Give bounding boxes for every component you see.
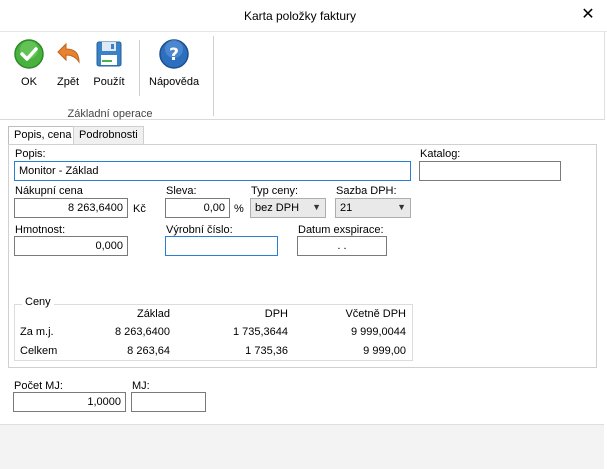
hmotnost-input[interactable]: 0,000	[14, 236, 128, 256]
status-bar	[0, 424, 604, 469]
currency-label: Kč	[133, 203, 146, 215]
apply-button[interactable]: Použít	[93, 38, 125, 88]
ok-button[interactable]: OK	[13, 38, 45, 88]
katalog-label: Katalog:	[420, 148, 461, 160]
col-header-vcetne-dph: Včetně DPH	[345, 308, 406, 320]
svg-text:?: ?	[169, 45, 179, 65]
cell-dph: 1 735,3644	[232, 326, 288, 338]
col-header-dph: DPH	[264, 308, 288, 320]
chevron-down-icon: ▼	[397, 202, 406, 212]
col-header-zaklad: Základ	[136, 308, 170, 320]
sleva-input[interactable]: 0,00	[165, 198, 230, 218]
tab-podrobnosti[interactable]: Podrobnosti	[73, 126, 144, 144]
sleva-label: Sleva:	[166, 185, 197, 197]
cell-zaklad: 8 263,6400	[114, 326, 170, 338]
close-icon[interactable]: ✕	[579, 6, 597, 24]
ribbon-group-separator	[213, 36, 214, 116]
apply-button-label: Použít	[93, 76, 125, 88]
chevron-down-icon: ▼	[312, 202, 321, 212]
title-bar: Karta položky faktury ✕	[0, 0, 607, 32]
percent-label: %	[234, 203, 244, 215]
typ-ceny-value: bez DPH	[255, 202, 300, 214]
prices-title: Ceny	[22, 296, 54, 308]
undo-arrow-icon	[57, 42, 80, 64]
cell-vcetne-dph: 9 999,0044	[350, 326, 406, 338]
row-label-celkem: Celkem	[20, 345, 58, 357]
ok-button-label: OK	[21, 76, 37, 88]
nakupni-cena-input[interactable]: 8 263,6400	[14, 198, 128, 218]
hmotnost-label: Hmotnost:	[15, 224, 66, 236]
mj-label: MJ:	[132, 380, 150, 392]
ribbon: OK Zpět Použít ? Nápověda Základní opera…	[0, 32, 604, 120]
save-icon	[96, 41, 122, 67]
ribbon-separator	[139, 40, 140, 96]
back-button[interactable]: Zpět	[52, 38, 84, 88]
cell-dph: 1 735,36	[245, 345, 288, 357]
back-button-label: Zpět	[56, 76, 79, 88]
cell-zaklad: 8 263,64	[127, 345, 170, 357]
window-title: Karta položky faktury	[243, 9, 357, 23]
mj-input[interactable]	[131, 392, 206, 412]
help-icon: ?	[159, 39, 189, 69]
typ-ceny-label: Typ ceny:	[251, 185, 299, 197]
check-icon	[14, 39, 44, 69]
ribbon-edge	[604, 32, 605, 120]
popis-label: Popis:	[15, 148, 46, 160]
ribbon-group-label: Základní operace	[67, 108, 153, 120]
sazba-dph-label: Sazba DPH:	[336, 185, 397, 197]
sazba-dph-value: 21	[340, 202, 353, 214]
cell-vcetne-dph: 9 999,00	[363, 345, 406, 357]
pocet-mj-input[interactable]: 1,0000	[13, 392, 126, 412]
datum-expirace-input[interactable]: . .	[297, 236, 387, 256]
tab-popis-cena[interactable]: Popis, cena	[8, 126, 78, 145]
sazba-dph-select[interactable]: 21 ▼	[335, 198, 411, 218]
nakupni-cena-label: Nákupní cena	[15, 185, 83, 197]
pocet-mj-label: Počet MJ:	[14, 380, 63, 392]
typ-ceny-select[interactable]: bez DPH ▼	[250, 198, 326, 218]
row-label-za-mj: Za m.j.	[20, 326, 54, 338]
datum-expirace-label: Datum exspirace:	[298, 224, 384, 236]
help-button[interactable]: ? Nápověda	[149, 38, 199, 88]
help-button-label: Nápověda	[149, 76, 200, 88]
vyrobni-cislo-label: Výrobní číslo:	[166, 224, 233, 236]
vyrobni-cislo-input[interactable]	[165, 236, 278, 256]
katalog-input[interactable]	[419, 161, 561, 181]
popis-input[interactable]: Monitor - Základ	[14, 161, 411, 181]
